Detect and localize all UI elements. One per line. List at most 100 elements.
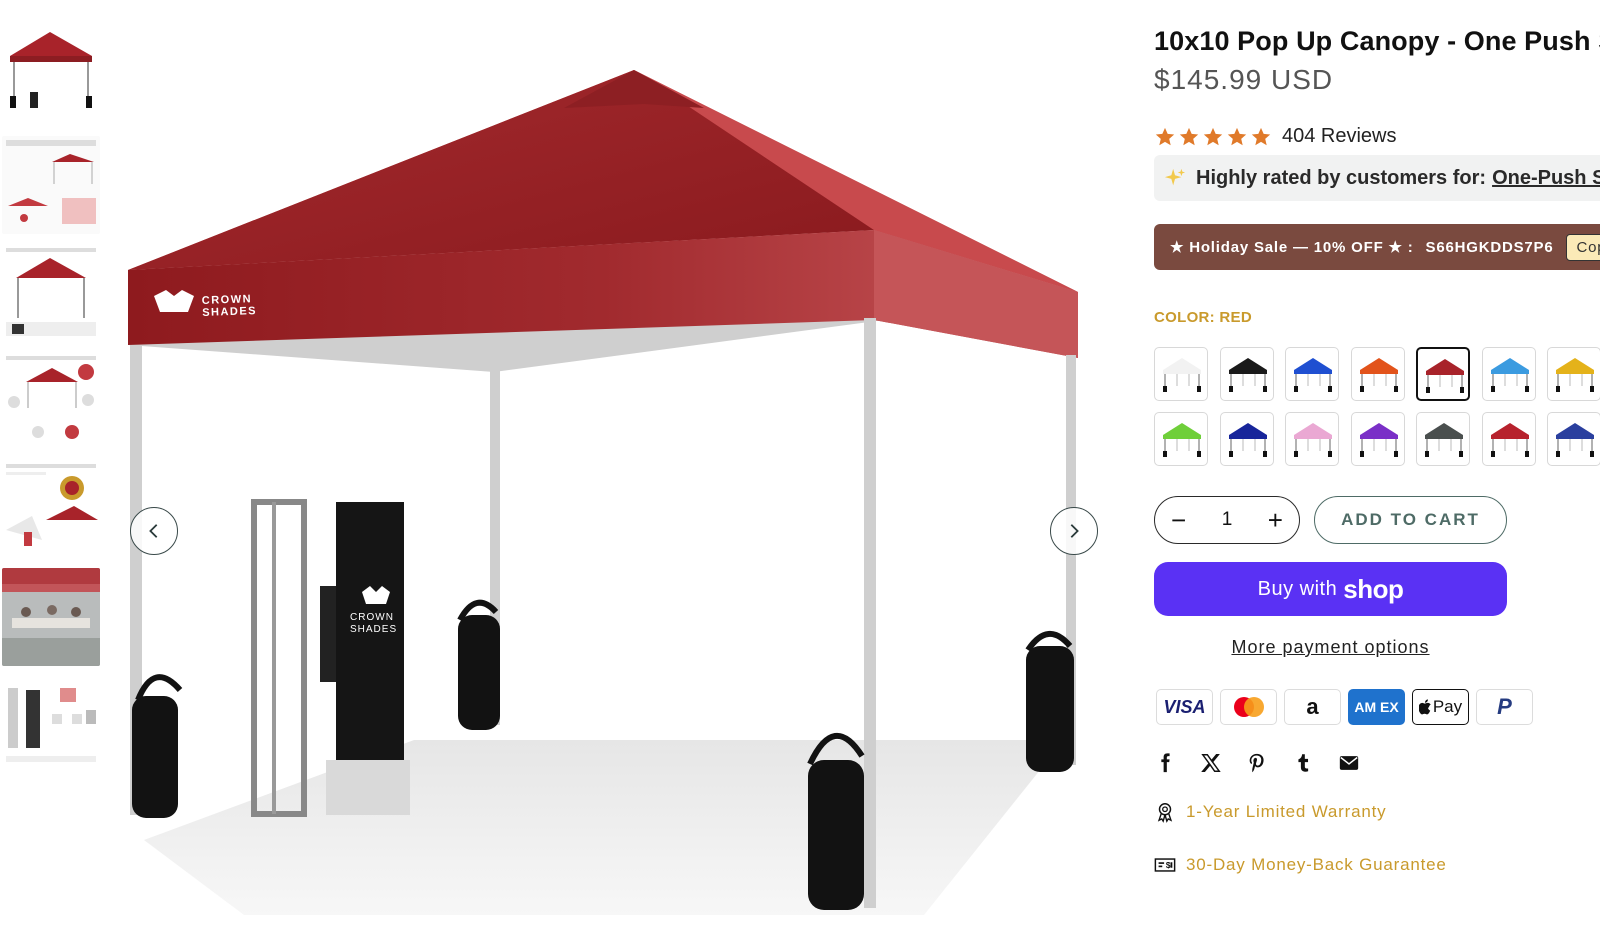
paypal-label: P bbox=[1497, 694, 1512, 719]
buy-with-shop-button[interactable]: Buy with shop bbox=[1154, 562, 1507, 616]
apple-icon bbox=[1418, 699, 1431, 715]
promo-banner: ★ Holiday Sale — 10% OFF ★ : S66HGKDDS7P… bbox=[1154, 224, 1600, 270]
brand-line-2: SHADES bbox=[202, 305, 258, 319]
canopy-swatch-icon bbox=[1163, 423, 1201, 457]
paypal-icon: P bbox=[1476, 689, 1533, 725]
add-to-cart-button[interactable]: ADD TO CART bbox=[1314, 496, 1507, 544]
apple-pay-icon: Pay bbox=[1412, 689, 1469, 725]
highlight-link[interactable]: One-Push Se bbox=[1492, 167, 1600, 190]
chevron-left-icon bbox=[149, 524, 158, 538]
canopy-swatch-icon bbox=[1359, 423, 1398, 457]
color-swatch-red[interactable] bbox=[1416, 347, 1470, 401]
color-swatch-yellow[interactable] bbox=[1547, 347, 1600, 401]
more-payment-options-link[interactable]: More payment options bbox=[1154, 637, 1507, 658]
highlight-label: Highly rated by customers for: bbox=[1196, 166, 1487, 189]
next-image-button[interactable] bbox=[1050, 507, 1098, 555]
thumbnail-7[interactable] bbox=[2, 676, 100, 774]
color-swatch-purple[interactable] bbox=[1350, 412, 1405, 466]
pinterest-icon bbox=[1249, 753, 1264, 773]
color-swatch-striped[interactable] bbox=[1547, 412, 1600, 466]
facebook-icon bbox=[1161, 753, 1170, 773]
decrease-quantity-button[interactable]: − bbox=[1171, 507, 1186, 533]
pinterest-share-button[interactable] bbox=[1246, 751, 1268, 775]
color-swatch-green[interactable] bbox=[1154, 412, 1208, 466]
color-label: COLOR: RED bbox=[1154, 309, 1252, 326]
visa-icon: VISA bbox=[1156, 689, 1213, 725]
color-swatch-dark-gray[interactable] bbox=[1416, 412, 1470, 466]
warranty-perk: 1-Year Limited Warranty bbox=[1154, 801, 1386, 823]
star-icon bbox=[1227, 127, 1247, 145]
guarantee-text: 30-Day Money-Back Guarantee bbox=[1186, 855, 1447, 874]
review-count[interactable]: 404 Reviews bbox=[1282, 125, 1397, 148]
guarantee-perk: $ 30-Day Money-Back Guarantee bbox=[1154, 854, 1447, 876]
color-swatch-orange[interactable] bbox=[1350, 347, 1405, 401]
star-icon bbox=[1179, 127, 1199, 145]
x-icon bbox=[1201, 754, 1221, 772]
main-product-image: CROWN SHADES CROWN SHADES bbox=[104, 0, 1106, 935]
amex-label: AM EX bbox=[1354, 699, 1399, 715]
amex-icon: AM EX bbox=[1348, 689, 1405, 725]
previous-image-button[interactable] bbox=[130, 507, 178, 555]
mastercard-circles bbox=[1233, 697, 1264, 717]
email-share-button[interactable] bbox=[1338, 751, 1360, 775]
thumbnail-5[interactable] bbox=[2, 460, 100, 558]
amazon-pay-icon: a bbox=[1284, 689, 1341, 725]
customer-highlight: Highly rated by customers for: One-Push … bbox=[1154, 155, 1600, 201]
award-ribbon-icon bbox=[1157, 803, 1173, 823]
money-icon: $ bbox=[1154, 858, 1176, 872]
share-links bbox=[1154, 751, 1360, 775]
canopy-swatch-icon bbox=[1359, 358, 1398, 392]
sparkle-icon bbox=[1164, 168, 1186, 186]
email-icon bbox=[1339, 756, 1359, 770]
facebook-share-button[interactable] bbox=[1154, 751, 1176, 775]
color-swatch-white[interactable] bbox=[1154, 347, 1208, 401]
visa-label: VISA bbox=[1163, 696, 1206, 717]
shop-logo: shop bbox=[1343, 573, 1404, 604]
mastercard-icon bbox=[1220, 689, 1277, 725]
promo-code: S66HGKDDS7P6 bbox=[1425, 238, 1554, 256]
buy-with-label: Buy with bbox=[1257, 577, 1338, 600]
bag-brand-line-2: SHADES bbox=[350, 624, 398, 635]
product-title: 10x10 Pop Up Canopy - One Push Se bbox=[1154, 26, 1600, 56]
product-info: 10x10 Pop Up Canopy - One Push Se $145.9… bbox=[1154, 0, 1600, 935]
color-swatch-black[interactable] bbox=[1219, 347, 1274, 401]
svg-text:$: $ bbox=[1166, 861, 1171, 870]
quantity-stepper: − 1 + bbox=[1154, 496, 1300, 544]
amazon-label: a bbox=[1306, 694, 1319, 719]
tumblr-share-button[interactable] bbox=[1292, 751, 1314, 775]
payment-icons: VISA a AM EX Pay P bbox=[1156, 689, 1533, 725]
thumbnail-6[interactable] bbox=[2, 568, 100, 666]
canopy-swatch-icon bbox=[1490, 358, 1529, 392]
warranty-text: 1-Year Limited Warranty bbox=[1186, 802, 1387, 821]
canopy-swatch-icon bbox=[1556, 358, 1594, 392]
canopy-swatch-icon bbox=[1228, 423, 1267, 457]
x-share-button[interactable] bbox=[1200, 751, 1222, 775]
canopy-illustration bbox=[128, 70, 1078, 915]
bag-brand-text: CROWN SHADES bbox=[350, 612, 398, 636]
thumbnail-3[interactable] bbox=[2, 244, 100, 342]
thumbnail-1[interactable] bbox=[2, 28, 100, 126]
color-swatch-flag[interactable] bbox=[1481, 412, 1536, 466]
increase-quantity-button[interactable]: + bbox=[1268, 507, 1283, 533]
canopy-swatch-icon bbox=[1294, 423, 1332, 457]
color-swatch-light-blue[interactable] bbox=[1481, 347, 1536, 401]
color-swatch-pink[interactable] bbox=[1285, 412, 1339, 466]
copy-code-button[interactable]: Cop bbox=[1565, 233, 1600, 261]
tumblr-icon bbox=[1298, 754, 1309, 772]
bag-brand-line-1: CROWN bbox=[350, 612, 394, 623]
star-icon bbox=[1155, 127, 1175, 145]
promo-text: ★ Holiday Sale — 10% OFF ★ : bbox=[1170, 239, 1414, 256]
thumbnail-2[interactable] bbox=[2, 136, 100, 234]
star-icon bbox=[1203, 127, 1223, 145]
canopy-swatch-icon bbox=[1425, 423, 1463, 457]
thumbnail-4[interactable] bbox=[2, 352, 100, 450]
color-swatch-blue[interactable] bbox=[1285, 347, 1339, 401]
rating[interactable]: 404 Reviews bbox=[1154, 125, 1397, 148]
quantity-value[interactable]: 1 bbox=[1222, 509, 1233, 531]
canopy-swatch-icon bbox=[1556, 423, 1594, 457]
star-rating bbox=[1154, 126, 1272, 148]
canopy-swatch-icon bbox=[1426, 359, 1464, 393]
canopy-swatch-icon bbox=[1228, 358, 1267, 392]
color-swatch-navy[interactable] bbox=[1219, 412, 1274, 466]
product-price: $145.99 USD bbox=[1154, 64, 1334, 95]
